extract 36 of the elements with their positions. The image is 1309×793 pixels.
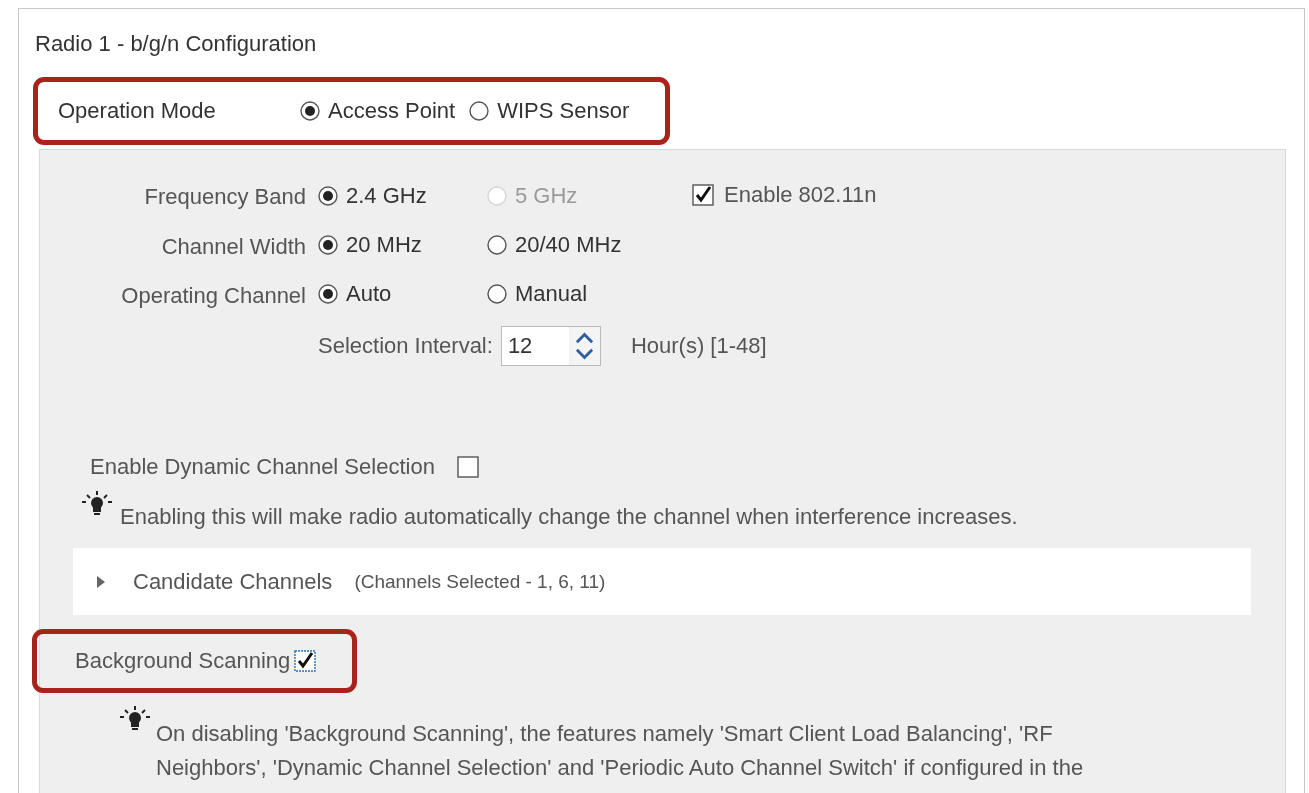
radio-button[interactable] — [318, 235, 338, 255]
expand-icon — [95, 574, 107, 589]
radio-label: Manual — [515, 281, 588, 307]
radio-label: 20 MHz — [346, 232, 422, 258]
field-label: Enable Dynamic Channel Selection — [90, 454, 435, 480]
candidate-channels-bar[interactable]: Candidate Channels (Channels Selected - 1, 6, 11) — [73, 548, 1251, 615]
radio-button[interactable] — [318, 185, 338, 206]
radio-button[interactable] — [487, 284, 507, 304]
radio-label: 5 GHz — [515, 182, 578, 209]
hint-text: Enabling this will make radio automatically change the channel when interference increases. — [120, 504, 1018, 530]
field-label: Operating Channel — [120, 282, 306, 309]
radio-button[interactable] — [318, 284, 338, 304]
radio-button[interactable] — [300, 101, 320, 121]
section-title: Radio 1 - b/g/n Configuration — [35, 31, 317, 57]
radio-button[interactable] — [469, 101, 490, 121]
radio-label: 2.4 GHz — [346, 182, 427, 209]
radio-label: Auto — [346, 281, 392, 307]
hint-text: On disabling 'Background Scanning', the features namely 'Smart Client Load Balancing', 'RF Neighbors', 'Dynamic Channel Selection' and 'Periodic Auto Channel Switch' if configured in the — [156, 720, 1085, 782]
radio-label: WIPS Sensor — [497, 98, 630, 124]
radio-label: Access Point — [328, 98, 456, 124]
radio-button[interactable] — [487, 235, 507, 255]
lightbulb-icon — [80, 490, 114, 516]
field-label: Frequency Band — [143, 184, 306, 210]
field-label: Background Scanning — [75, 648, 291, 674]
field-label: Selection Interval: — [318, 333, 493, 359]
unit-label: Hour(s) [1-48] — [630, 333, 767, 359]
checkbox[interactable] — [456, 456, 479, 478]
checkbox[interactable] — [294, 650, 317, 672]
checkbox-label: Enable 802.11n — [724, 182, 877, 208]
field-label: Channel Width — [160, 233, 306, 260]
lightbulb-icon — [118, 705, 152, 731]
field-label: Operation Mode — [58, 98, 217, 124]
channels-summary: (Channels Selected - 1, 6, 11) — [354, 570, 606, 593]
section-label: Candidate Channels — [133, 568, 333, 595]
checkbox[interactable] — [692, 184, 714, 206]
radio-label: 20/40 MHz — [515, 232, 622, 258]
